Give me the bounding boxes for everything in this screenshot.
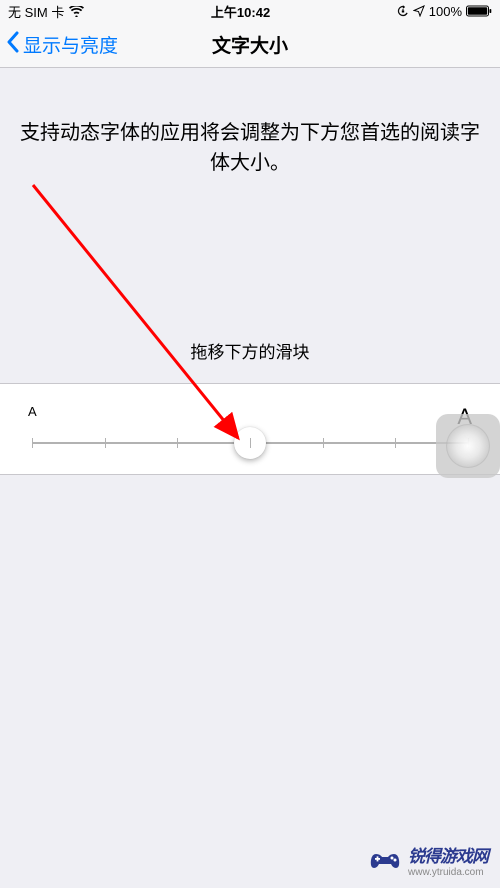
status-left: 无 SIM 卡 bbox=[8, 2, 84, 21]
slider-tick bbox=[395, 438, 396, 448]
back-label: 显示与亮度 bbox=[23, 31, 118, 58]
content: 支持动态字体的应用将会调整为下方您首选的阅读字体大小。 拖移下方的滑块 A A bbox=[0, 68, 500, 475]
status-time: 上午10:42 bbox=[211, 2, 270, 21]
slider-tick bbox=[323, 438, 324, 448]
battery-icon bbox=[466, 5, 492, 17]
slider-tick bbox=[105, 438, 106, 448]
watermark-text: 锐得游戏网 www.ytruida.com bbox=[408, 842, 488, 878]
back-button[interactable]: 显示与亮度 bbox=[0, 31, 118, 59]
watermark-url: www.ytruida.com bbox=[408, 867, 488, 878]
carrier-text: 无 SIM 卡 bbox=[8, 2, 64, 21]
slider-tick bbox=[177, 438, 178, 448]
watermark: 锐得游戏网 www.ytruida.com bbox=[368, 842, 488, 878]
description-text: 支持动态字体的应用将会调整为下方您首选的阅读字体大小。 bbox=[0, 118, 500, 178]
wifi-icon bbox=[69, 6, 84, 17]
assistive-touch-icon bbox=[446, 424, 490, 468]
page-title: 文字大小 bbox=[212, 31, 288, 58]
status-right: 100% bbox=[397, 4, 492, 19]
slider-label-small: A bbox=[28, 404, 37, 430]
assistive-touch-button[interactable] bbox=[436, 414, 500, 478]
nav-bar: 显示与亮度 文字大小 bbox=[0, 22, 500, 68]
text-size-slider-container: A A bbox=[0, 383, 500, 475]
watermark-title: 锐得游戏网 bbox=[408, 842, 488, 867]
chevron-left-icon bbox=[6, 31, 19, 59]
text-size-slider[interactable] bbox=[32, 442, 468, 444]
location-icon bbox=[413, 5, 425, 17]
rotation-lock-icon bbox=[397, 5, 409, 17]
status-bar: 无 SIM 卡 上午10:42 100% bbox=[0, 0, 500, 22]
battery-percent: 100% bbox=[429, 4, 462, 19]
instruction-text: 拖移下方的滑块 bbox=[0, 338, 500, 363]
slider-tick bbox=[32, 438, 33, 448]
watermark-logo-icon bbox=[368, 846, 402, 874]
slider-tick bbox=[250, 438, 251, 448]
